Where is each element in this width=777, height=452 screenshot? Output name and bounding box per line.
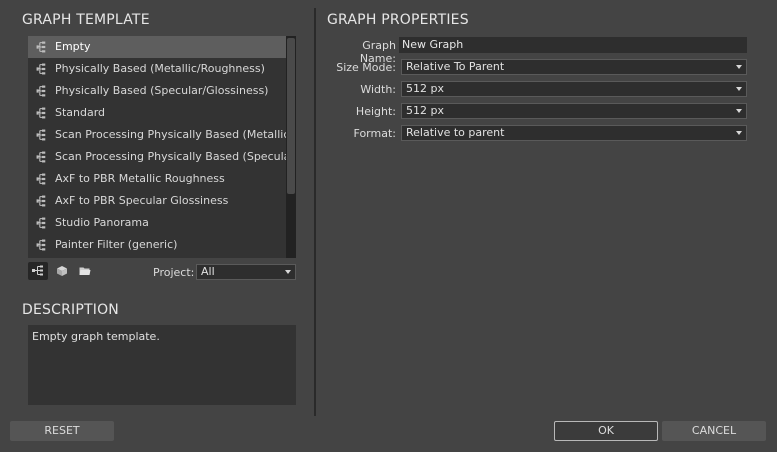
graph-node-icon <box>36 85 46 97</box>
chevron-down-icon <box>736 65 742 69</box>
graph-node-icon <box>36 173 46 185</box>
graph-properties-title: GRAPH PROPERTIES <box>327 12 469 28</box>
template-item-label: Studio Panorama <box>55 216 149 229</box>
template-item-label: Standard <box>55 106 106 119</box>
cancel-button[interactable]: CANCEL <box>662 421 766 441</box>
template-list-item[interactable]: Empty <box>28 36 286 58</box>
template-list-item[interactable]: Scan Processing Physically Based (Specul… <box>28 146 286 168</box>
graph-templates-button[interactable] <box>28 262 48 280</box>
graph-node-icon <box>36 151 46 163</box>
width-value: 512 px <box>406 82 444 95</box>
folder-templates-button[interactable] <box>75 262 95 280</box>
panel-divider <box>314 8 316 416</box>
graph-name-input[interactable]: New Graph <box>399 37 747 53</box>
template-list-item[interactable]: Scan Processing Physically Based (Metall… <box>28 124 286 146</box>
graph-node-icon <box>36 129 46 141</box>
chevron-down-icon <box>736 87 742 91</box>
folder-icon <box>79 267 91 275</box>
template-list[interactable]: Empty Physically Based (Metallic/Roughnes… <box>28 36 296 258</box>
template-item-label: Scan Processing Physically Based (Specul… <box>55 150 286 163</box>
template-list-item[interactable]: Standard <box>28 102 286 124</box>
description-title: DESCRIPTION <box>22 302 119 318</box>
width-select[interactable]: 512 px <box>401 81 747 97</box>
graph-node-icon <box>36 107 46 119</box>
cube-icon <box>57 266 67 276</box>
chevron-down-icon <box>736 109 742 113</box>
template-item-label: AxF to PBR Metallic Roughness <box>55 172 225 185</box>
chevron-down-icon <box>285 270 291 274</box>
width-label: Width: <box>360 83 396 96</box>
chevron-down-icon <box>736 131 742 135</box>
graph-node-icon <box>36 217 46 229</box>
format-select[interactable]: Relative to parent <box>401 125 747 141</box>
format-label: Format: <box>353 127 396 140</box>
template-list-item[interactable]: Painter Filter (generic) <box>28 234 286 256</box>
template-list-item[interactable]: AxF to PBR Metallic Roughness <box>28 168 286 190</box>
template-item-label: AxF to PBR Specular Glossiness <box>55 194 229 207</box>
ok-button[interactable]: OK <box>554 421 658 441</box>
graph-template-title: GRAPH TEMPLATE <box>22 12 150 28</box>
graph-node-icon <box>32 265 43 276</box>
project-select-value: All <box>201 265 215 278</box>
template-item-label: Painter Filter (generic) <box>55 238 178 251</box>
template-item-label: Scan Processing Physically Based (Metall… <box>55 128 286 141</box>
graph-node-icon <box>36 41 46 53</box>
scrollbar-thumb[interactable] <box>287 38 295 194</box>
template-item-label: Physically Based (Specular/Glossiness) <box>55 84 269 97</box>
graph-node-icon <box>36 195 46 207</box>
description-text: Empty graph template. <box>28 325 296 405</box>
project-select[interactable]: All <box>196 264 296 280</box>
template-list-scrollbar[interactable] <box>286 36 296 258</box>
size-mode-select[interactable]: Relative To Parent <box>401 59 747 75</box>
template-item-label: Empty <box>55 40 91 53</box>
template-list-item[interactable]: Studio Panorama <box>28 212 286 234</box>
height-value: 512 px <box>406 104 444 117</box>
model-templates-button[interactable] <box>52 262 72 280</box>
height-label: Height: <box>355 105 396 118</box>
graph-node-icon <box>36 239 46 251</box>
template-item-label: Physically Based (Metallic/Roughness) <box>55 62 265 75</box>
reset-button[interactable]: RESET <box>10 421 114 441</box>
size-mode-label: Size Mode: <box>336 61 396 74</box>
format-value: Relative to parent <box>406 126 505 139</box>
height-select[interactable]: 512 px <box>401 103 747 119</box>
project-label: Project: <box>153 266 195 279</box>
template-list-item[interactable]: Physically Based (Metallic/Roughness) <box>28 58 286 80</box>
template-list-item[interactable]: Physically Based (Specular/Glossiness) <box>28 80 286 102</box>
template-list-item[interactable]: AxF to PBR Specular Glossiness <box>28 190 286 212</box>
graph-node-icon <box>36 63 46 75</box>
size-mode-value: Relative To Parent <box>406 60 505 73</box>
